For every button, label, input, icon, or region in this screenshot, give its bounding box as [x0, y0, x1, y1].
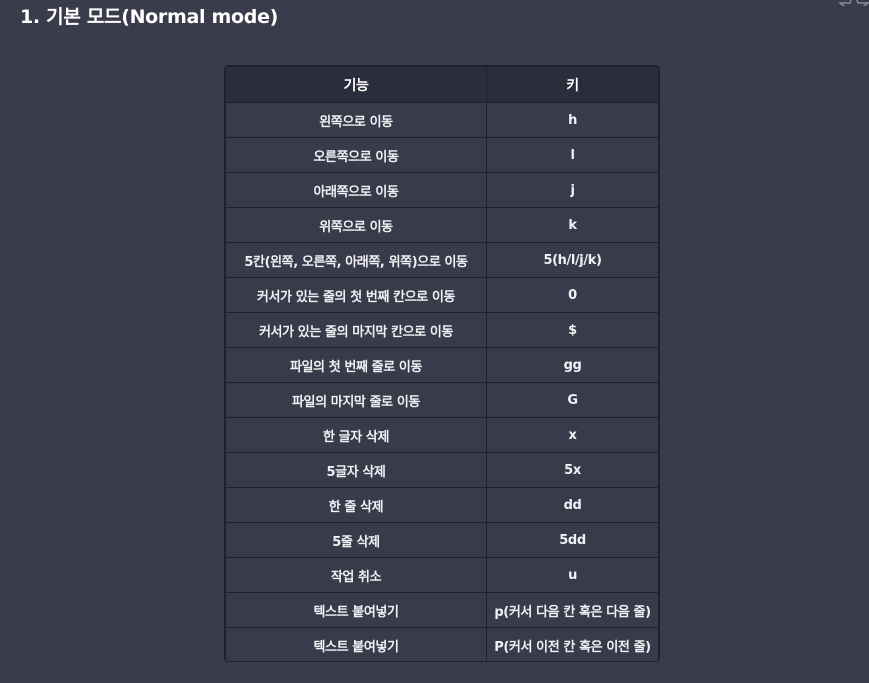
key-cell: P(커서 이전 칸 혹은 이전 줄) — [486, 627, 659, 661]
function-cell: 한 줄 삭제 — [225, 487, 487, 523]
function-cell: 파일의 마지막 줄로 이동 — [225, 382, 487, 418]
table-row: 작업 취소 u — [225, 557, 659, 593]
header-key: 키 — [486, 66, 659, 103]
function-cell: 텍스트 붙여넣기 — [225, 627, 487, 661]
table-row: 커서가 있는 줄의 첫 번째 칸으로 이동 0 — [225, 277, 659, 313]
key-cell: $ — [486, 312, 659, 348]
table-row: 한 글자 삭제 x — [225, 417, 659, 453]
function-cell: 커서가 있는 줄의 마지막 칸으로 이동 — [225, 312, 487, 348]
table-row: 5줄 삭제 5dd — [225, 522, 659, 558]
table-row: 텍스트 붙여넣기 P(커서 이전 칸 혹은 이전 줄) — [225, 627, 659, 661]
function-cell: 5줄 삭제 — [225, 522, 487, 558]
function-cell: 5글자 삭제 — [225, 452, 487, 488]
table-row: 5칸(왼쪽, 오른쪽, 아래쪽, 위쪽)으로 이동 5(h/l/j/k) — [225, 242, 659, 278]
shortcut-table: 기능 키 왼쪽으로 이동 h 오른쪽으로 이동 l 아래쪽으로 이동 j 위쪽으… — [225, 66, 659, 661]
function-cell: 오른쪽으로 이동 — [225, 137, 487, 173]
function-cell: 위쪽으로 이동 — [225, 207, 487, 243]
table-row: 왼쪽으로 이동 h — [225, 102, 659, 138]
table-row: 텍스트 붙여넣기 p(커서 다음 칸 혹은 다음 줄) — [225, 592, 659, 628]
section-title: 1. 기본 모드(Normal mode) — [20, 6, 279, 28]
function-cell: 아래쪽으로 이동 — [225, 172, 487, 208]
function-cell: 파일의 첫 번째 줄로 이동 — [225, 347, 487, 383]
key-cell: h — [486, 102, 659, 138]
shortcut-table-container: 기능 키 왼쪽으로 이동 h 오른쪽으로 이동 l 아래쪽으로 이동 j 위쪽으… — [224, 65, 660, 662]
function-cell: 왼쪽으로 이동 — [225, 102, 487, 138]
key-cell: gg — [486, 347, 659, 383]
table-row: 아래쪽으로 이동 j — [225, 172, 659, 208]
function-cell: 텍스트 붙여넣기 — [225, 592, 487, 628]
key-cell: 5dd — [486, 522, 659, 558]
table-header-row: 기능 키 — [225, 66, 659, 103]
table-row: 오른쪽으로 이동 l — [225, 137, 659, 173]
key-cell: dd — [486, 487, 659, 523]
table-row: 파일의 첫 번째 줄로 이동 gg — [225, 347, 659, 383]
function-cell: 한 글자 삭제 — [225, 417, 487, 453]
key-cell: l — [486, 137, 659, 173]
table-row: 5글자 삭제 5x — [225, 452, 659, 488]
key-cell: k — [486, 207, 659, 243]
key-cell: 0 — [486, 277, 659, 313]
key-cell: j — [486, 172, 659, 208]
key-cell: G — [486, 382, 659, 418]
function-cell: 커서가 있는 줄의 첫 번째 칸으로 이동 — [225, 277, 487, 313]
table-row: 커서가 있는 줄의 마지막 칸으로 이동 $ — [225, 312, 659, 348]
key-cell: p(커서 다음 칸 혹은 다음 줄) — [486, 592, 659, 628]
key-cell: 5(h/l/j/k) — [486, 242, 659, 278]
function-cell: 5칸(왼쪽, 오른쪽, 아래쪽, 위쪽)으로 이동 — [225, 242, 487, 278]
key-cell: x — [486, 417, 659, 453]
star-icon[interactable] — [839, 0, 869, 6]
table-row: 파일의 마지막 줄로 이동 G — [225, 382, 659, 418]
function-cell: 작업 취소 — [225, 557, 487, 593]
table-row: 위쪽으로 이동 k — [225, 207, 659, 243]
table-row: 한 줄 삭제 dd — [225, 487, 659, 523]
key-cell: 5x — [486, 452, 659, 488]
key-cell: u — [486, 557, 659, 593]
header-function: 기능 — [225, 66, 487, 103]
